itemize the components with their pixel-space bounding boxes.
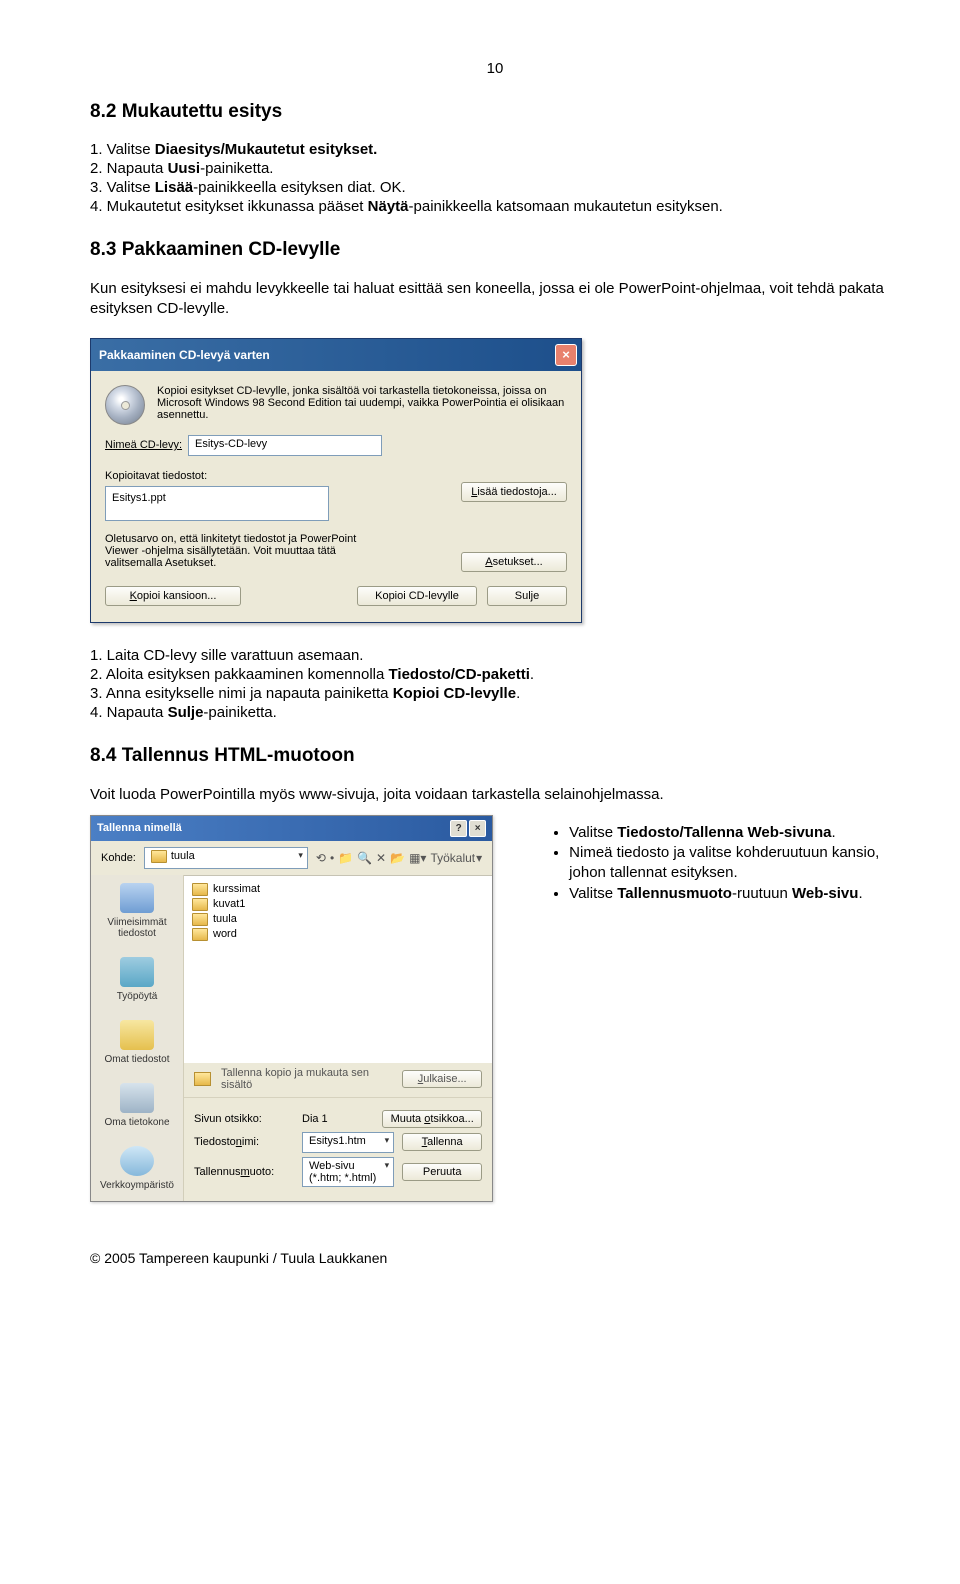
name-cd-label: Nimeä CD-levy: (105, 439, 182, 451)
filename-label: Tiedostonimi: (194, 1136, 294, 1148)
save-copy-icon (194, 1072, 211, 1086)
page-title-value: Dia 1 (302, 1113, 328, 1125)
filetype-dropdown[interactable]: Web-sivu (*.htm; *.html) (302, 1157, 394, 1187)
location-label: Kohde: (101, 852, 136, 864)
cancel-button[interactable]: Peruuta (402, 1163, 482, 1181)
footer: © 2005 Tampereen kaupunki / Tuula Laukka… (90, 1250, 900, 1266)
place-desktop[interactable]: Työpöytä (91, 949, 183, 1012)
place-documents[interactable]: Omat tiedostot (91, 1012, 183, 1075)
folder-icon (192, 913, 208, 926)
folder-icon (151, 850, 167, 863)
save-as-dialog: Tallenna nimellä ? × Kohde: tuula ⟲ • 📁 … (90, 815, 493, 1202)
intro-8-4: Voit luoda PowerPointilla myös www-sivuj… (90, 785, 900, 805)
list-item[interactable]: word (192, 927, 484, 942)
place-network[interactable]: Verkkoympäristö (91, 1138, 183, 1201)
place-recent[interactable]: Viimeisimmät tiedostot (91, 875, 183, 949)
steps-8-3: 1. Laita CD-levy sille varattuun asemaan… (90, 647, 900, 721)
help-icon[interactable]: ? (450, 820, 467, 837)
file-area[interactable]: kurssimat kuvat1 tuula word (184, 875, 492, 1063)
copy-to-cd-button[interactable]: Kopioi CD-levylle (357, 586, 477, 606)
file-list[interactable]: Esitys1.ppt (105, 486, 329, 521)
dialog-title: Tallenna nimellä (97, 822, 182, 834)
file-item: Esitys1.ppt (112, 492, 322, 504)
heading-8-3: 8.3 Pakkaaminen CD-levylle (90, 239, 900, 261)
back-icon[interactable]: ⟲ (316, 851, 326, 865)
places-bar: Viimeisimmät tiedostot Työpöytä Omat tie… (91, 875, 184, 1201)
pack-for-cd-dialog: Pakkaaminen CD-levyä varten × Kopioi esi… (90, 338, 582, 623)
folder-icon (192, 883, 208, 896)
copy-to-folder-button[interactable]: Kopioi kansioon... (105, 586, 241, 606)
folder-icon (192, 898, 208, 911)
page-number: 10 (90, 60, 900, 77)
up-icon[interactable]: 📁 (338, 851, 353, 865)
publish-button[interactable]: Julkaise... (402, 1070, 482, 1088)
views-icon[interactable]: ▦▾ (409, 851, 426, 865)
steps-8-2: 1. Valitse Diaesitys/Mukautetut esitykse… (90, 141, 900, 215)
delete-icon[interactable]: ✕ (376, 851, 386, 865)
filetype-label: Tallennusmuoto: (194, 1166, 294, 1178)
list-item[interactable]: tuula (192, 912, 484, 927)
tools-menu[interactable]: Työkalut ▾ (430, 851, 482, 865)
save-copy-label: Tallenna kopio ja mukauta sen sisältö (221, 1067, 392, 1091)
folder-icon (192, 928, 208, 941)
dialog-intro-text: Kopioi esitykset CD-levylle, jonka sisäl… (157, 385, 567, 425)
change-title-button[interactable]: Muuta otsikkoa... (382, 1110, 482, 1128)
name-cd-input[interactable]: Esitys-CD-levy (188, 435, 382, 456)
location-dropdown[interactable]: tuula (144, 847, 308, 869)
save-button[interactable]: Tallenna (402, 1133, 482, 1151)
add-files-button[interactable]: Lisää tiedostoja... (461, 482, 567, 502)
bullets-8-4: Valitse Tiedosto/Tallenna Web-sivuna. Ni… (547, 823, 900, 904)
intro-8-3: Kun esityksesi ei mahdu levykkeelle tai … (90, 279, 900, 320)
files-label: Kopioitavat tiedostot: (105, 470, 567, 482)
new-folder-icon[interactable]: 📂 (390, 851, 405, 865)
close-button[interactable]: Sulje (487, 586, 567, 606)
options-text: Oletusarvo on, että linkitetyt tiedostot… (105, 533, 365, 569)
list-item[interactable]: kuvat1 (192, 897, 484, 912)
heading-8-2: 8.2 Mukautettu esitys (90, 101, 900, 123)
close-icon[interactable]: × (469, 820, 486, 837)
close-icon[interactable]: × (555, 344, 577, 366)
heading-8-4: 8.4 Tallennus HTML-muotoon (90, 745, 900, 767)
list-item[interactable]: kurssimat (192, 882, 484, 897)
toolbar-icons: ⟲ • 📁 🔍 ✕ 📂 ▦▾ Työkalut ▾ (316, 851, 482, 865)
dialog-title: Pakkaaminen CD-levyä varten (99, 348, 270, 362)
search-icon[interactable]: 🔍 (357, 851, 372, 865)
place-computer[interactable]: Oma tietokone (91, 1075, 183, 1138)
settings-button[interactable]: Asetukset... (461, 552, 567, 572)
page-title-label: Sivun otsikko: (194, 1113, 294, 1125)
filename-input[interactable]: Esitys1.htm (302, 1132, 394, 1153)
cd-icon (105, 385, 145, 425)
